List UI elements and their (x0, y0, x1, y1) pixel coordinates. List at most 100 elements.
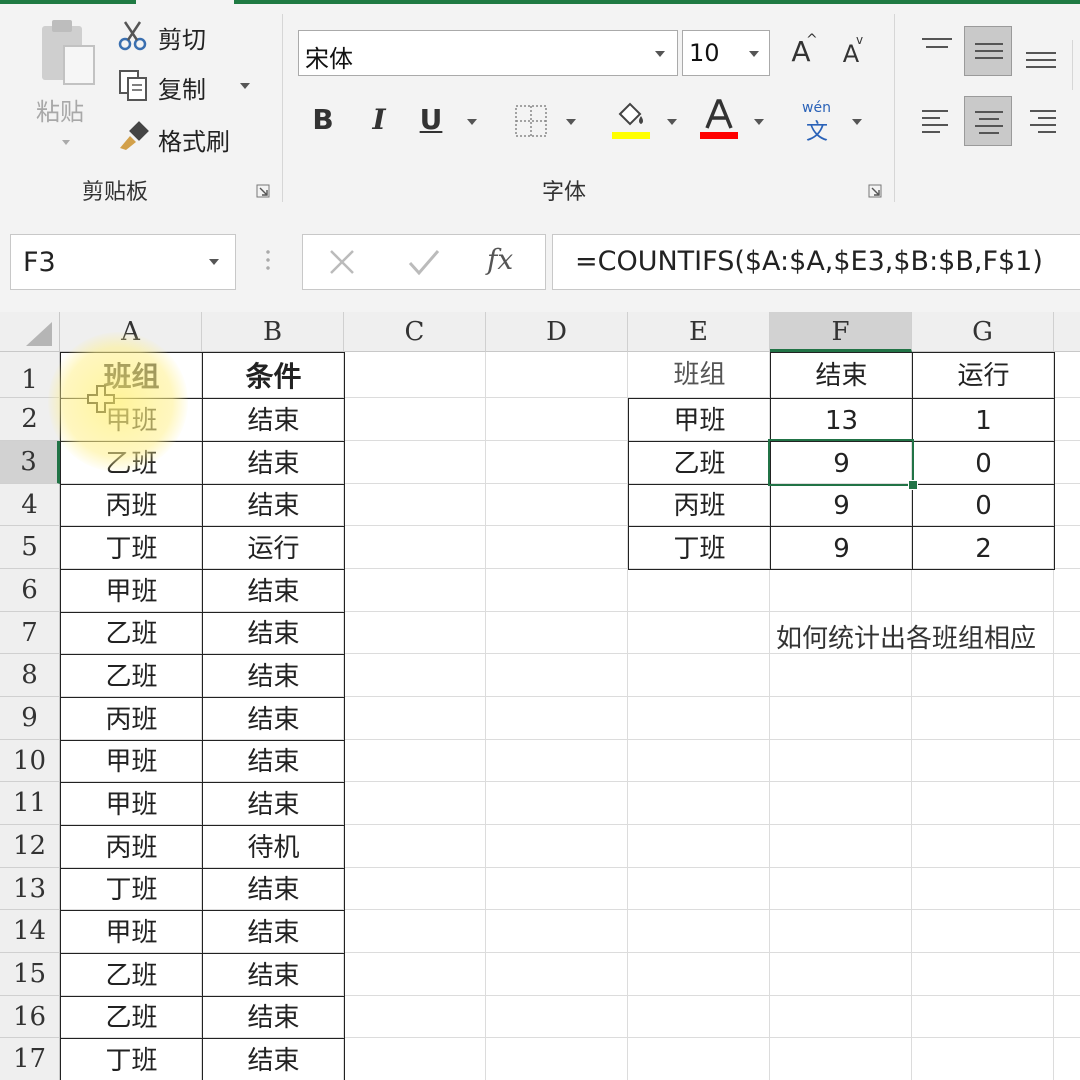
column-header-b[interactable]: B (202, 312, 344, 352)
summary-cell[interactable]: 2 (912, 526, 1055, 570)
source-header-cell[interactable]: 班组 (60, 352, 203, 399)
row-header-13[interactable]: 13 (0, 868, 60, 910)
row-header-1[interactable]: 1 (0, 352, 60, 398)
font-color-button[interactable] (700, 98, 740, 142)
row-header-10[interactable]: 10 (0, 740, 60, 782)
summary-header-cell[interactable]: 运行 (912, 352, 1055, 399)
copy-dropdown-icon[interactable] (240, 83, 250, 89)
column-header-f[interactable]: F (770, 312, 912, 352)
source-cell[interactable]: 运行 (202, 526, 345, 570)
source-cell[interactable]: 甲班 (60, 782, 203, 826)
row-header-7[interactable]: 7 (0, 612, 60, 654)
name-box[interactable]: F3 (10, 234, 236, 290)
insert-function-button[interactable]: fx (487, 243, 513, 276)
row-header-16[interactable]: 16 (0, 996, 60, 1038)
row-header-2[interactable]: 2 (0, 398, 60, 441)
summary-cell[interactable]: 0 (912, 484, 1055, 527)
source-cell[interactable]: 结束 (202, 868, 345, 911)
source-cell[interactable]: 甲班 (60, 569, 203, 613)
fill-color-dropdown-icon[interactable] (667, 119, 677, 125)
source-cell[interactable]: 结束 (202, 953, 345, 997)
row-header-5[interactable]: 5 (0, 526, 60, 569)
font-name-dropdown-icon[interactable] (655, 51, 665, 57)
source-cell[interactable]: 乙班 (60, 996, 203, 1039)
row-header-12[interactable]: 12 (0, 825, 60, 868)
summary-cell[interactable]: 乙班 (628, 441, 771, 485)
column-header-c[interactable]: C (344, 312, 486, 352)
summary-cell[interactable]: 1 (912, 398, 1055, 442)
row-header-14[interactable]: 14 (0, 910, 60, 953)
summary-cell[interactable]: 0 (912, 441, 1055, 485)
font-color-dropdown-icon[interactable] (754, 119, 764, 125)
top-align-button[interactable] (912, 26, 960, 76)
summary-cell[interactable]: 丙班 (628, 484, 771, 527)
source-cell[interactable]: 待机 (202, 825, 345, 869)
font-size-dropdown-icon[interactable] (749, 51, 759, 57)
row-header-6[interactable]: 6 (0, 569, 60, 612)
source-cell[interactable]: 结束 (202, 782, 345, 826)
middle-align-button[interactable] (964, 26, 1012, 76)
summary-cell[interactable]: 甲班 (628, 398, 771, 442)
underline-dropdown-icon[interactable] (467, 119, 477, 125)
font-dialog-launcher-icon[interactable] (868, 184, 882, 198)
bottom-align-button[interactable] (1018, 26, 1066, 76)
active-cell-f3[interactable] (768, 439, 914, 486)
row-header-15[interactable]: 15 (0, 953, 60, 996)
shrink-font-button[interactable]: A v (834, 33, 868, 74)
underline-button[interactable]: U (414, 100, 448, 140)
source-cell[interactable]: 乙班 (60, 953, 203, 997)
bold-button[interactable]: B (306, 100, 340, 140)
summary-cell[interactable]: 13 (770, 398, 913, 442)
summary-cell[interactable]: 9 (770, 526, 913, 570)
column-header-a[interactable]: A (60, 312, 202, 352)
grow-font-button[interactable]: A ^ (784, 32, 818, 72)
source-cell[interactable]: 丁班 (60, 868, 203, 911)
summary-header-cell[interactable]: 班组 (628, 352, 771, 399)
phonetic-dropdown-icon[interactable] (852, 119, 862, 125)
borders-icon[interactable] (514, 104, 548, 138)
source-cell[interactable]: 丙班 (60, 697, 203, 741)
enter-check-icon[interactable] (407, 247, 441, 277)
row-header-11[interactable]: 11 (0, 782, 60, 825)
source-cell[interactable]: 丙班 (60, 484, 203, 527)
name-box-dropdown-icon[interactable] (209, 259, 219, 265)
column-header-g[interactable]: G (912, 312, 1054, 352)
source-cell[interactable]: 丁班 (60, 1038, 203, 1080)
font-name-combobox[interactable]: 宋体 (298, 30, 678, 76)
formula-input[interactable]: =COUNTIFS($A:$A,$E3,$B:$B,F$1) (552, 234, 1080, 290)
source-cell[interactable]: 结束 (202, 910, 345, 954)
fill-handle[interactable] (908, 480, 918, 490)
source-header-cell[interactable]: 条件 (202, 352, 345, 399)
column-header-d[interactable]: D (486, 312, 628, 352)
summary-cell[interactable]: 丁班 (628, 526, 771, 570)
align-right-button[interactable] (1018, 96, 1066, 146)
source-cell[interactable]: 结束 (202, 697, 345, 741)
italic-button[interactable]: I (362, 100, 396, 140)
cancel-icon[interactable] (327, 247, 357, 277)
source-cell[interactable]: 乙班 (60, 654, 203, 698)
row-header-17[interactable]: 17 (0, 1038, 60, 1080)
source-cell[interactable]: 丙班 (60, 825, 203, 869)
source-cell[interactable]: 乙班 (60, 441, 203, 485)
copy-button[interactable]: 复制 (116, 66, 266, 106)
clipboard-dialog-launcher-icon[interactable] (256, 184, 270, 198)
phonetic-guide-button[interactable]: wén 文 (798, 100, 838, 145)
source-cell[interactable]: 结束 (202, 612, 345, 655)
borders-dropdown-icon[interactable] (566, 119, 576, 125)
formula-bar-grip-icon[interactable] (266, 248, 270, 274)
summary-cell[interactable]: 9 (770, 484, 913, 527)
row-header-8[interactable]: 8 (0, 654, 60, 697)
format-painter-button[interactable]: 格式刷 (116, 116, 256, 156)
source-cell[interactable]: 甲班 (60, 910, 203, 954)
cut-button[interactable]: 剪切 (116, 16, 236, 56)
summary-header-cell[interactable]: 结束 (770, 352, 913, 399)
source-cell[interactable]: 乙班 (60, 612, 203, 655)
source-cell[interactable]: 结束 (202, 398, 345, 442)
source-cell[interactable]: 结束 (202, 1038, 345, 1080)
source-cell[interactable]: 结束 (202, 740, 345, 783)
column-header-e[interactable]: E (628, 312, 770, 352)
align-center-button[interactable] (964, 96, 1012, 146)
source-cell[interactable]: 甲班 (60, 740, 203, 783)
column-header-h[interactable] (1054, 312, 1080, 352)
paste-button[interactable]: 粘贴 (30, 18, 100, 158)
